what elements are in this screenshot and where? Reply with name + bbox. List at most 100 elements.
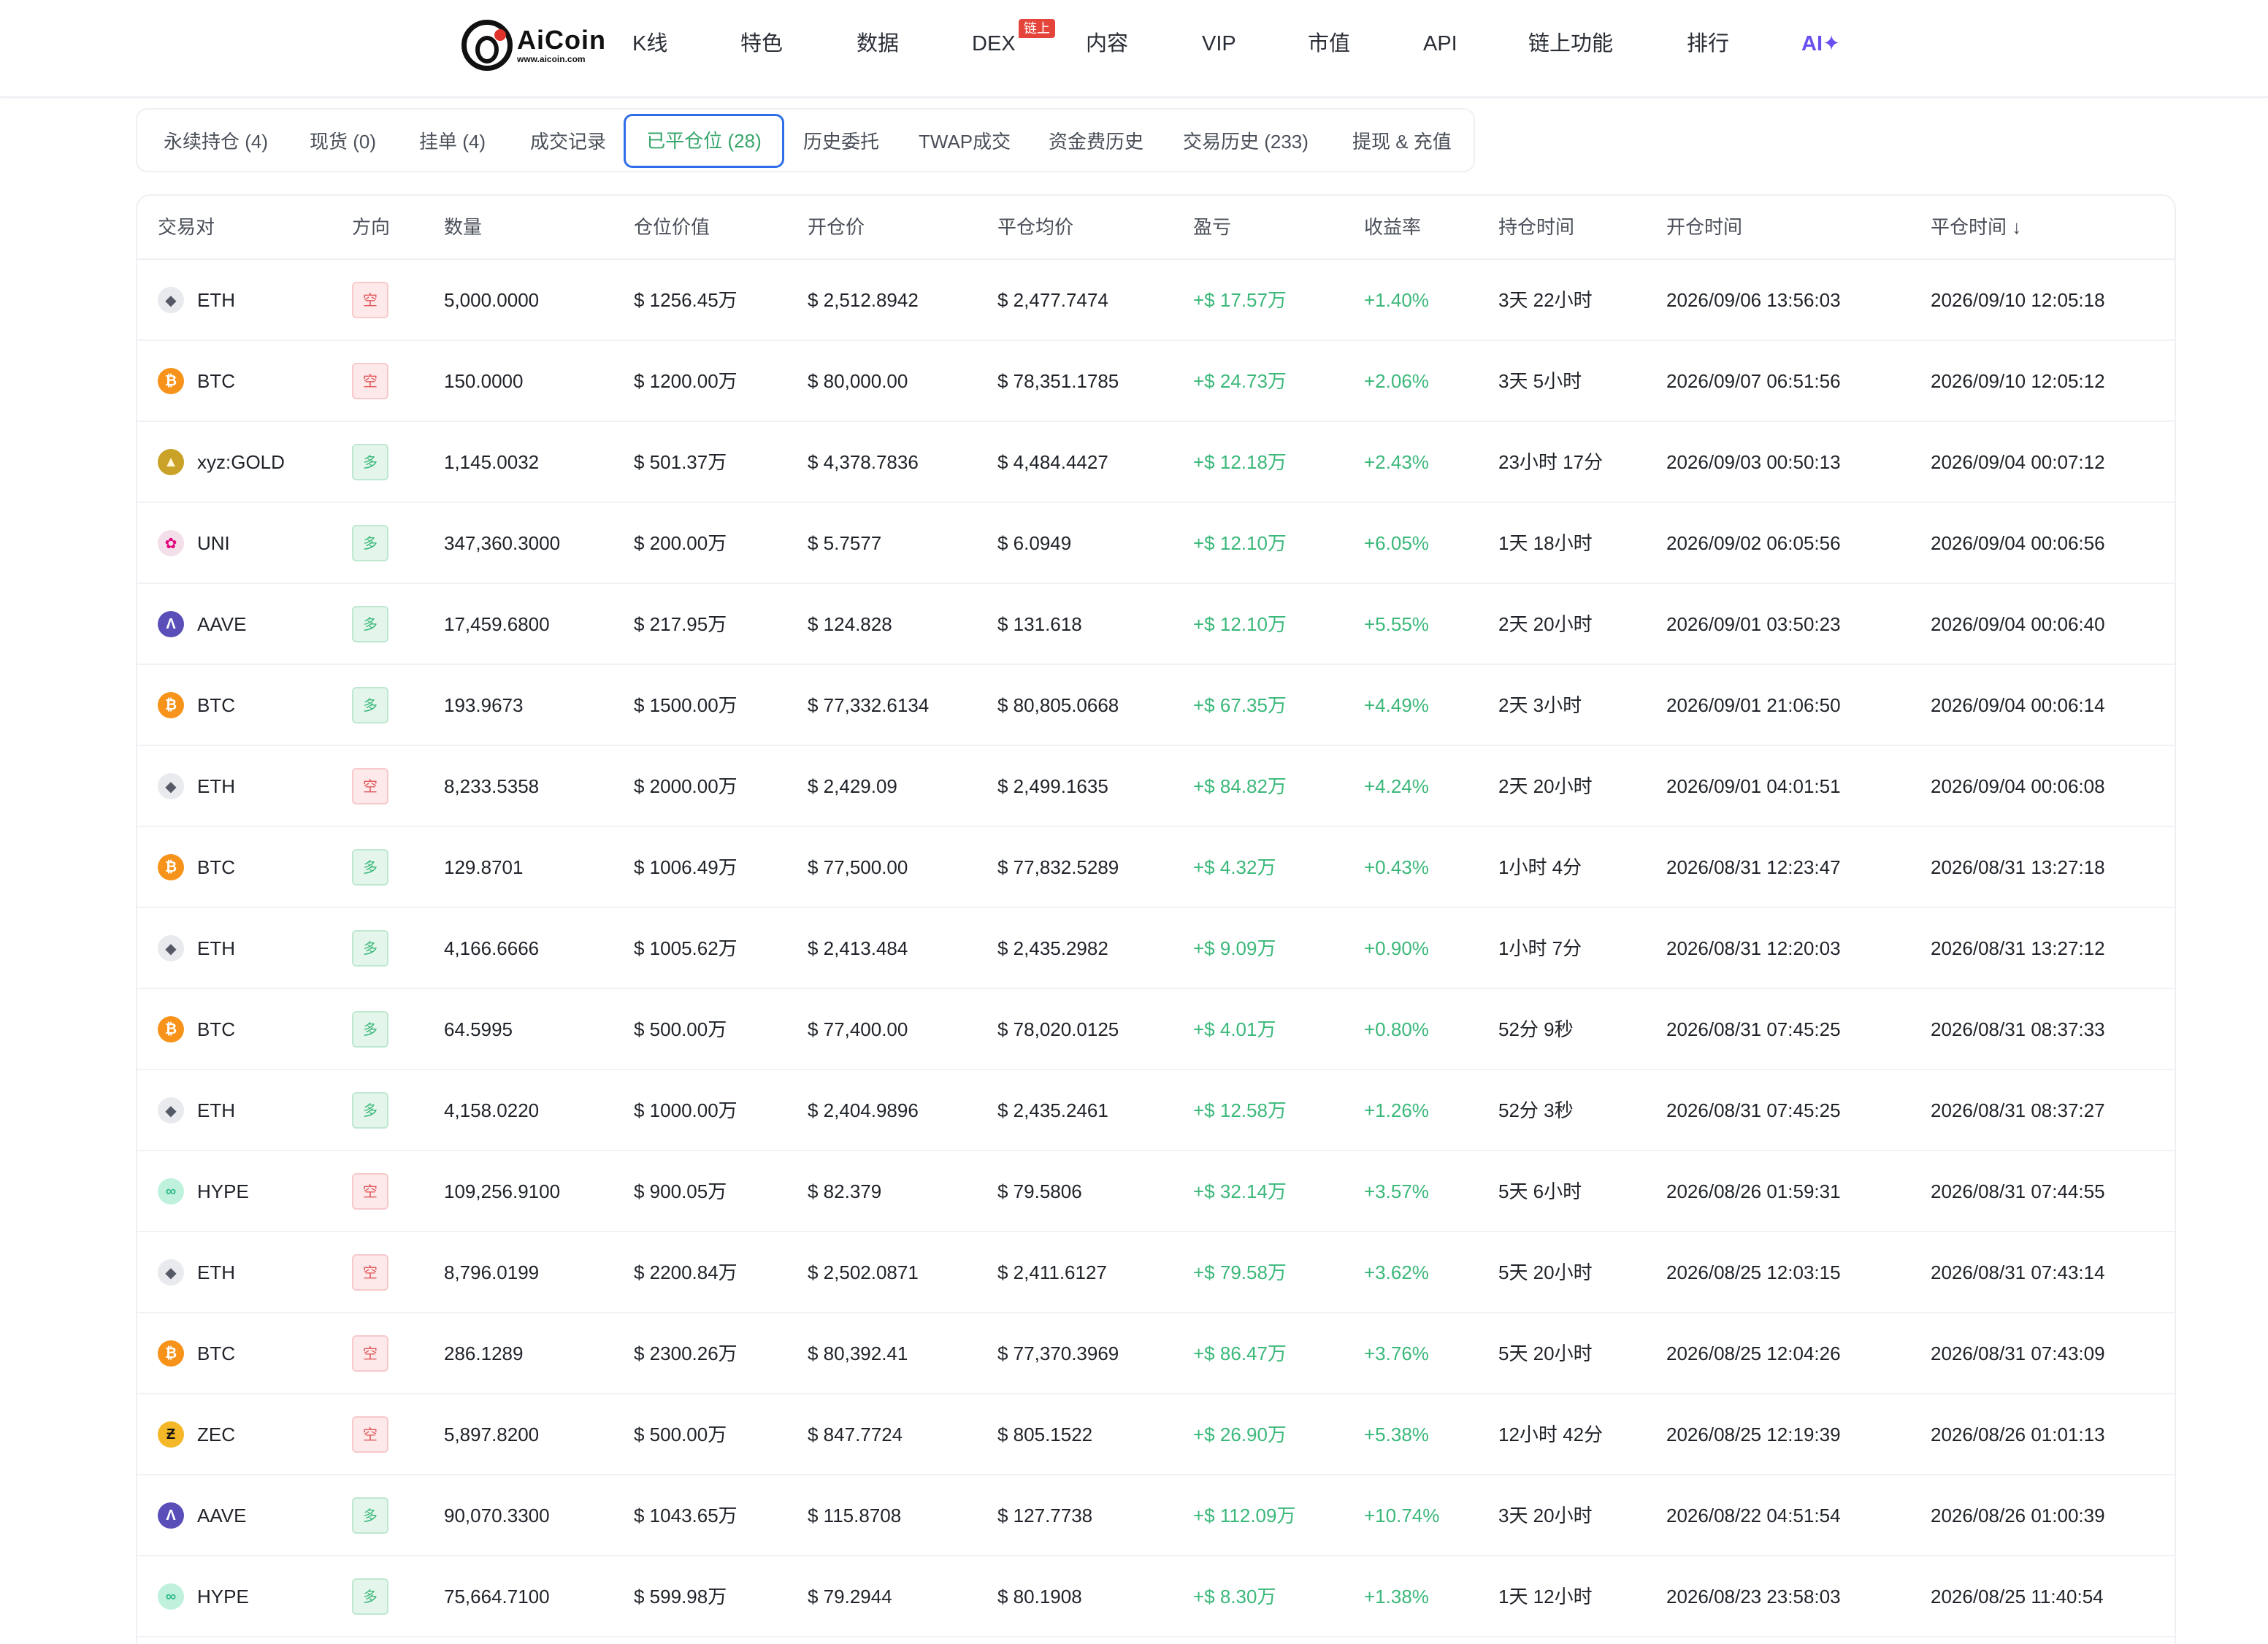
close-price: $ 6.0949 [997, 532, 1072, 554]
pair-name[interactable]: BTC [197, 1340, 235, 1367]
pair-name[interactable]: AAVE [197, 610, 246, 638]
pair-name[interactable]: ETH [197, 1096, 235, 1124]
col-pnl[interactable]: 盈亏 [1193, 213, 1231, 241]
open-time: 2026/09/06 13:56:03 [1666, 289, 1841, 311]
pair-name[interactable]: AAVE [197, 1502, 246, 1529]
table-row[interactable]: ◆ ETH 空 8,796.0199 $ 2200.84万 $ 2,502.0871 $ 2… [137, 1232, 2175, 1313]
pair-name[interactable]: ETH [197, 772, 235, 800]
pair-name[interactable]: xyz:GOLD [197, 448, 285, 476]
direction-badge: 多 [352, 1092, 388, 1129]
table-row[interactable]: Λ AAVE 多 17,459.6800 $ 217.95万 $ 124.828 $ 131… [137, 584, 2175, 665]
nav-dex[interactable]: DEX [972, 28, 1016, 60]
pair-name[interactable]: BTC [197, 853, 235, 881]
table-row[interactable]: Ƶ ZEC 空 5,897.8200 $ 500.00万 $ 847.7724 $ 805.… [137, 1394, 2175, 1475]
table-row[interactable]: Λ AAVE 多 90,070.3300 $ 1043.65万 $ 115.8708 $ 1… [137, 1475, 2175, 1556]
pair-name[interactable]: BTC [197, 1015, 235, 1043]
pair-name[interactable]: HYPE [197, 1178, 249, 1205]
hold-time: 52分 3秒 [1498, 1099, 1574, 1121]
close-price: $ 805.1522 [997, 1424, 1093, 1445]
nav-features[interactable]: 特色 [740, 28, 783, 60]
pair-name[interactable]: ETH [197, 286, 235, 314]
close-time: 2026/08/31 07:43:09 [1931, 1343, 2105, 1364]
close-time: 2026/09/04 00:07:12 [1931, 451, 2105, 473]
hold-time: 52分 9秒 [1498, 1018, 1574, 1040]
table-row[interactable]: ◆ ETH 空 8,233.5358 $ 2000.00万 $ 2,429.09 $ 2,4… [137, 746, 2175, 827]
nav-kline[interactable]: K线 [632, 28, 667, 60]
pair-name[interactable]: BTC [197, 367, 235, 395]
tab-closed-positions[interactable]: 已平仓位 (28) [624, 114, 784, 168]
table-row[interactable]: ◆ ETH 多 4,158.0220 $ 1000.00万 $ 2,404.9896 $ 2… [137, 1070, 2175, 1151]
col-direction[interactable]: 方向 [352, 213, 390, 241]
tab-perpetual-positions[interactable]: 永续持仓 (4) [164, 128, 268, 155]
close-price: $ 79.5806 [997, 1180, 1082, 1202]
open-price: $ 2,404.9896 [808, 1099, 919, 1121]
col-roi[interactable]: 收益率 [1364, 213, 1421, 241]
nav-ai[interactable]: AI✦ [1801, 28, 1840, 60]
pair-name[interactable]: ETH [197, 1259, 235, 1286]
table-row[interactable]: ₿ BTC 多 129.8701 $ 1006.49万 $ 77,500.00 $ 77,8… [137, 827, 2175, 908]
table-row[interactable]: ◆ ETH 空 5,000.0000 $ 1256.45万 $ 2,512.8942 $ 2… [137, 260, 2175, 341]
nav-vip[interactable]: VIP [1202, 28, 1236, 60]
table-row[interactable]: ₿ BTC 多 193.9673 $ 1500.00万 $ 77,332.6134 $ 80… [137, 665, 2175, 746]
open-price: $ 5.7577 [808, 532, 882, 554]
direction-badge: 空 [352, 768, 388, 804]
pair-name[interactable]: BTC [197, 691, 235, 719]
quantity: 8,796.0199 [444, 1261, 540, 1283]
aicoin-logo[interactable]: AiCoin www.aicoin.com [461, 18, 606, 73]
position-value: $ 900.05万 [634, 1180, 727, 1202]
table-row[interactable]: ₿ BTC 多 64.5995 $ 500.00万 $ 77,400.00 $ 78,020… [137, 989, 2175, 1070]
col-pair[interactable]: 交易对 [158, 213, 215, 241]
direction-badge: 空 [352, 1335, 388, 1372]
open-price: $ 847.7724 [808, 1424, 903, 1445]
col-hold-time[interactable]: 持仓时间 [1498, 213, 1574, 241]
nav-data[interactable]: 数据 [857, 28, 899, 60]
pair-name[interactable]: ETH [197, 934, 235, 962]
pnl-value: +$ 17.57万 [1193, 289, 1287, 311]
table-row[interactable]: ✿ UNI 多 347,360.3000 $ 200.00万 $ 5.7577 $ 6.09… [137, 503, 2175, 584]
nav-ranking[interactable]: 排行 [1687, 28, 1729, 60]
pnl-value: +$ 26.90万 [1193, 1424, 1287, 1445]
pnl-value: +$ 12.10万 [1193, 532, 1287, 554]
roi-value: +5.38% [1364, 1424, 1429, 1445]
position-value: $ 599.98万 [634, 1586, 727, 1607]
col-close-time-sort[interactable]: 平仓时间 ↓ [1931, 213, 2021, 241]
table-row[interactable]: ₿ BTC 空 286.1289 $ 2300.26万 $ 80,392.41 $ 77,3… [137, 1313, 2175, 1394]
pair-name[interactable]: HYPE [197, 1583, 249, 1610]
eth-icon: ◆ [158, 935, 184, 961]
col-position-value[interactable]: 仓位价值 [634, 213, 710, 241]
nav-content[interactable]: 内容 [1086, 28, 1128, 60]
table-row[interactable]: ◆ ETH 多 4,166.6666 $ 1005.62万 $ 2,413.484 $ 2,… [137, 908, 2175, 989]
eth-icon: ◆ [158, 1097, 184, 1123]
tab-open-orders[interactable]: 挂单 (4) [419, 128, 486, 155]
nav-market-cap[interactable]: 市值 [1308, 28, 1350, 60]
table-row[interactable]: ▲ xyz:GOLD 多 1,145.0032 $ 501.37万 $ 4,378.783… [137, 422, 2175, 503]
tab-twap-fills[interactable]: TWAP成交 [919, 128, 1011, 155]
nav-api[interactable]: API [1423, 28, 1457, 60]
open-price: $ 2,413.484 [808, 937, 908, 959]
open-time: 2026/08/23 23:58:03 [1666, 1586, 1841, 1607]
tab-fills[interactable]: 成交记录 [530, 128, 606, 155]
hold-time: 5天 20小时 [1498, 1343, 1593, 1364]
nav-onchain-features[interactable]: 链上功能 [1528, 28, 1613, 60]
position-value: $ 2200.84万 [634, 1261, 738, 1283]
pair-name[interactable]: ZEC [197, 1421, 235, 1448]
col-open-time[interactable]: 开仓时间 [1666, 213, 1742, 241]
close-time: 2026/08/25 11:40:54 [1931, 1586, 2104, 1607]
close-price: $ 4,484.4427 [997, 451, 1108, 473]
col-open-price[interactable]: 开仓价 [808, 213, 865, 241]
direction-badge: 多 [352, 606, 388, 642]
tab-funding-history[interactable]: 资金费历史 [1049, 128, 1143, 155]
table-row[interactable]: ₿ BTC 空 150.0000 $ 1200.00万 $ 80,000.00 $ 78,3… [137, 341, 2175, 422]
position-tabs: 永续持仓 (4) 现货 (0) 挂单 (4) 成交记录 已平仓位 (28) 历史… [136, 108, 1475, 172]
tab-withdraw-deposit[interactable]: 提现 & 充值 [1352, 128, 1452, 155]
tab-order-history[interactable]: 历史委托 [803, 128, 879, 155]
tab-spot[interactable]: 现货 (0) [310, 128, 376, 155]
table-row[interactable]: ∞ HYPE 空 109,256.9100 $ 900.05万 $ 82.379 $ 79.… [137, 1151, 2175, 1232]
col-quantity[interactable]: 数量 [444, 213, 482, 241]
col-close-price[interactable]: 平仓均价 [997, 213, 1073, 241]
open-time: 2026/09/03 00:50:13 [1666, 451, 1841, 473]
table-row[interactable]: ∞ HYPE 多 75,664.7100 $ 599.98万 $ 79.2944 $ 80.… [137, 1556, 2175, 1637]
pair-name[interactable]: UNI [197, 529, 230, 557]
tab-trade-history[interactable]: 交易历史 (233) [1183, 128, 1309, 155]
direction-badge: 空 [352, 1254, 388, 1291]
